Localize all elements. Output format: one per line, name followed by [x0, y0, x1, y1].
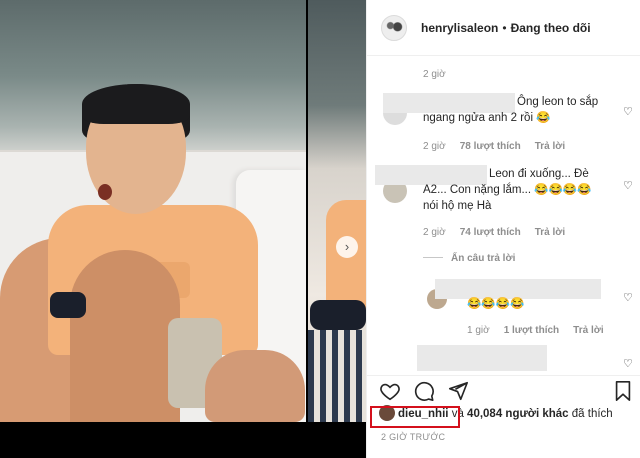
likes-others-count[interactable]: 40,084 người khác — [467, 408, 569, 420]
comment-item: Leon đi xuống... Đè A2... Con nặng lắm..… — [367, 165, 640, 265]
comment-likes[interactable]: 78 lượt thích — [460, 141, 521, 152]
comment-likes[interactable]: 74 lượt thích — [460, 227, 521, 238]
comment-time: 1 giờ — [467, 325, 490, 336]
comments-list[interactable]: 2 giờ Ông leon to sắp ngang ngửa anh 2 r… — [367, 57, 640, 375]
comment-meta: 2 giờ 78 lượt thích Trả lời — [423, 141, 565, 152]
comment-item: Ông leon to sắp ngang ngửa anh 2 rồi 😂 2… — [367, 91, 640, 157]
commenter-name-redacted — [383, 93, 515, 113]
comment-text: 😂😂😂😂 — [467, 298, 525, 310]
comment-time: 2 giờ — [423, 141, 446, 152]
heart-icon[interactable] — [379, 380, 401, 402]
comment-text: A2... Con nặng lắm... 😂😂😂😂 — [423, 184, 592, 196]
comment-like-heart-icon[interactable]: ♡ — [623, 357, 633, 370]
paper-plane-icon[interactable] — [447, 380, 469, 402]
post-side-panel: henrylisaleon • Đang theo dõi 2 giờ Ông … — [366, 0, 640, 458]
header-separator: • — [502, 20, 507, 35]
hide-replies-toggle[interactable]: Ẩn câu trả lời — [423, 253, 515, 264]
follow-status-button[interactable]: Đang theo dõi — [511, 21, 591, 35]
comment-text: nói hộ mẹ Hà — [423, 200, 492, 212]
bookmark-icon[interactable] — [613, 380, 633, 402]
post-actions-bar — [367, 375, 640, 405]
reply-button[interactable]: Trả lời — [535, 141, 565, 152]
comment-time-top: 2 giờ — [423, 69, 446, 80]
reply-button[interactable]: Trả lời — [535, 227, 565, 238]
replies-divider — [423, 257, 443, 258]
post-media: › — [0, 0, 366, 458]
author-username[interactable]: henrylisaleon — [421, 21, 498, 35]
comment-meta: 2 giờ 74 lượt thích Trả lời — [423, 227, 565, 238]
commenter-name-redacted — [375, 165, 487, 185]
comment-text: Ông leon to sắp — [517, 96, 599, 108]
post-timestamp: 2 GIỜ TRƯỚC — [381, 432, 446, 442]
reply-button[interactable]: Trả lời — [573, 325, 603, 336]
likes-suffix: đã thích — [571, 408, 613, 420]
replier-name-redacted — [417, 345, 547, 371]
comment-meta: 1 giờ 1 lượt thích Trả lời — [467, 325, 604, 336]
comment-like-heart-icon[interactable]: ♡ — [623, 179, 633, 192]
reply-item: 😂😂😂😂 1 giờ 1 lượt thích Trả lời ♡ — [367, 277, 640, 347]
comment-text: Leon đi xuống... Đè — [489, 168, 589, 180]
comment-likes[interactable]: 1 lượt thích — [504, 325, 559, 336]
replier-name-redacted — [435, 279, 601, 299]
comment-icon[interactable] — [413, 380, 435, 402]
comment-text: ngang ngửa anh 2 rồi 😂 — [423, 112, 551, 124]
post-photo-main — [0, 0, 306, 422]
highlight-annotation-box — [370, 406, 460, 428]
comment-like-heart-icon[interactable]: ♡ — [623, 291, 633, 304]
comment-time: 2 giờ — [423, 227, 446, 238]
next-photo-button[interactable]: › — [336, 236, 358, 258]
comment-like-heart-icon[interactable]: ♡ — [623, 105, 633, 118]
post-header: henrylisaleon • Đang theo dõi — [367, 0, 640, 56]
author-avatar[interactable] — [381, 14, 407, 41]
reply-item: ♡ — [367, 343, 640, 375]
